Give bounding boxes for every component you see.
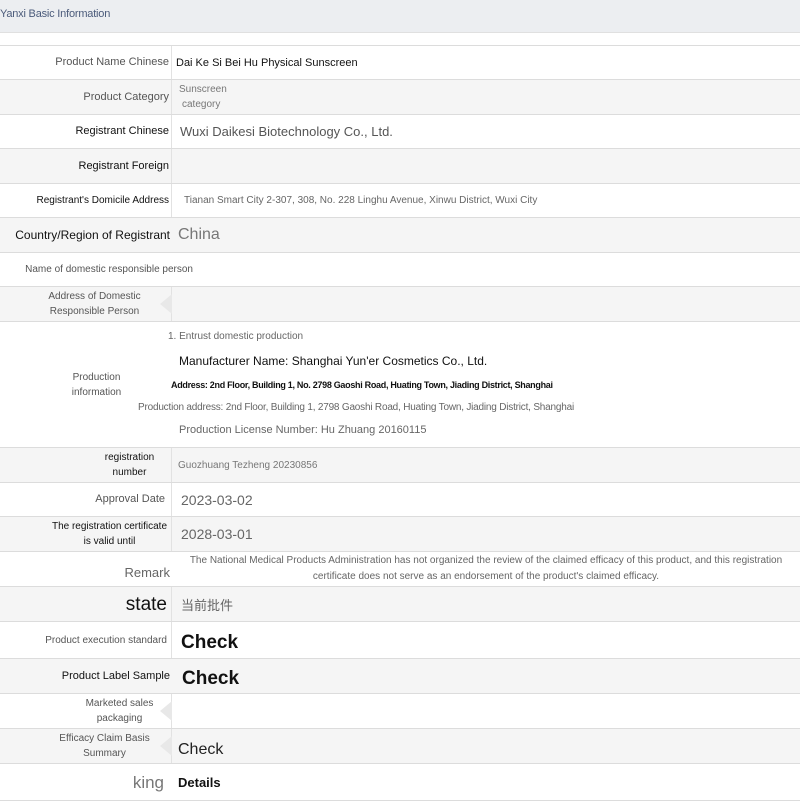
label-product-category: Product Category (0, 80, 172, 114)
row-product-category: Product Category Sunscreen category (0, 80, 800, 115)
value-king-cell: Details (172, 764, 800, 800)
label-production-line1: Production (72, 371, 121, 383)
execution-standard-check-link[interactable]: Check (181, 632, 238, 654)
label-label-sample: Product Label Sample (61, 669, 170, 682)
production-entrust: 1. Entrust domestic production (168, 331, 304, 342)
label-valid-until-line1: The registration certificate (51, 521, 168, 532)
label-execution-standard: Product execution standard (0, 622, 172, 658)
row-country-region: Country/Region of Registrant China (0, 218, 800, 253)
label-king: king (132, 772, 164, 792)
value-product-category-line1: Sunscreen (179, 84, 227, 95)
row-king: king Details (0, 764, 800, 801)
value-remark-line1: The National Medical Products Administra… (189, 555, 783, 566)
value-remark: The National Medical Products Administra… (172, 552, 800, 586)
row-production-information: Production information 1. Entrust domest… (0, 322, 800, 448)
label-domestic-address-line2: Responsible Person (49, 306, 140, 317)
row-approval-date: Approval Date 2023-03-02 (0, 483, 800, 517)
value-product-category: Sunscreen category (172, 80, 800, 114)
label-valid-until: The registration certificate is valid un… (0, 517, 172, 551)
label-production-line2: information (71, 386, 122, 398)
label-state: state (0, 587, 172, 621)
label-domestic-address: Address of Domestic Responsible Person (0, 287, 172, 321)
details-link[interactable]: Details (178, 775, 221, 790)
row-execution-standard: Product execution standard Check (0, 622, 800, 659)
label-sample-check-link[interactable]: Check (182, 668, 239, 690)
label-production-information: Production information (0, 322, 160, 447)
label-registration-line2: number (112, 467, 147, 478)
value-country-region: China (178, 226, 220, 243)
label-valid-until-line2: is valid until (83, 536, 136, 547)
production-manufacturer: Manufacturer Name: Shanghai Yun'er Cosme… (179, 354, 488, 368)
value-label-sample-cell: Check (172, 659, 800, 693)
production-license: Production License Number: Hu Zhuang 201… (179, 424, 427, 436)
value-registrant-foreign (172, 149, 800, 183)
row-registration-number: registration number Guozhuang Tezheng 20… (0, 448, 800, 483)
value-product-category-line2: category (182, 99, 221, 110)
row-efficacy-claim: Efficacy Claim Basis Summary Check (0, 729, 800, 764)
label-efficacy-claim-line2: Summary (83, 748, 126, 759)
row-sales-packaging: Marketed sales packaging (0, 694, 800, 729)
value-registrant-chinese: Wuxi Daikesi Biotechnology Co., Ltd. (180, 124, 393, 139)
page-title: Yanxi Basic Information (0, 8, 111, 20)
label-efficacy-claim-line1: Efficacy Claim Basis (59, 733, 150, 744)
value-execution-standard-cell: Check (172, 622, 800, 658)
value-efficacy-claim-cell: Check (172, 729, 800, 763)
page-header: Yanxi Basic Information (0, 0, 800, 33)
row-registrant-foreign: Registrant Foreign (0, 149, 800, 184)
label-registrant-foreign: Registrant Foreign (0, 149, 172, 183)
value-domestic-address (172, 287, 800, 321)
row-registrant-chinese: Registrant Chinese Wuxi Daikesi Biotechn… (0, 115, 800, 149)
row-valid-until: The registration certificate is valid un… (0, 517, 800, 552)
row-domestic-address: Address of Domestic Responsible Person (0, 287, 800, 322)
value-state: 当前批件 (181, 597, 234, 613)
value-sales-packaging (172, 694, 800, 728)
row-domicile-address: Registrant's Domicile Address Tianan Sma… (0, 184, 800, 218)
value-remark-line2: certificate does not serve as an endorse… (312, 571, 660, 582)
label-registration-line1: registration (104, 452, 155, 463)
label-registrant-chinese: Registrant Chinese (0, 115, 172, 148)
label-remark: Remark (124, 565, 170, 580)
value-domestic-person (195, 253, 800, 286)
value-domicile-address: Tianan Smart City 2-307, 308, No. 228 Li… (184, 195, 538, 206)
label-country-region: Country/Region of Registrant (15, 227, 170, 242)
row-remark: Remark The National Medical Products Adm… (0, 552, 800, 587)
value-approval-date: 2023-03-02 (181, 491, 253, 508)
label-registration-number: registration number (0, 448, 172, 482)
row-label-sample: Product Label Sample Check (0, 659, 800, 694)
row-product-name-chinese: Product Name Chinese Dai Ke Si Bei Hu Ph… (0, 46, 800, 80)
label-product-name-chinese: Product Name Chinese (0, 46, 172, 79)
label-sales-packaging-line2: packaging (96, 713, 143, 724)
header-gap (0, 33, 800, 45)
value-valid-until: 2028-03-01 (181, 526, 253, 542)
row-arrow-decoration (160, 701, 172, 721)
value-product-name-chinese: Dai Ke Si Bei Hu Physical Sunscreen (176, 56, 358, 69)
label-approval-date: Approval Date (0, 483, 172, 516)
row-arrow-decoration (160, 294, 172, 314)
row-arrow-decoration (160, 736, 172, 756)
label-efficacy-claim: Efficacy Claim Basis Summary (0, 729, 172, 763)
row-domestic-person: Name of domestic responsible person (0, 253, 800, 287)
production-site-address: Production address: 2nd Floor, Building … (138, 402, 575, 413)
value-production-information: 1. Entrust domestic production Manufactu… (138, 322, 800, 447)
label-domicile-address: Registrant's Domicile Address (0, 184, 172, 217)
label-sales-packaging-line1: Marketed sales (85, 698, 154, 709)
efficacy-claim-check-link[interactable]: Check (178, 741, 223, 759)
label-domestic-address-line1: Address of Domestic (48, 291, 141, 302)
value-registration-number: Guozhuang Tezheng 20230856 (178, 459, 318, 471)
row-state: state 当前批件 (0, 587, 800, 622)
label-sales-packaging: Marketed sales packaging (0, 694, 172, 728)
label-domestic-person: Name of domestic responsible person (25, 264, 193, 275)
production-address: Address: 2nd Floor, Building 1, No. 2798… (171, 380, 553, 390)
info-table: Product Name Chinese Dai Ke Si Bei Hu Ph… (0, 45, 800, 801)
